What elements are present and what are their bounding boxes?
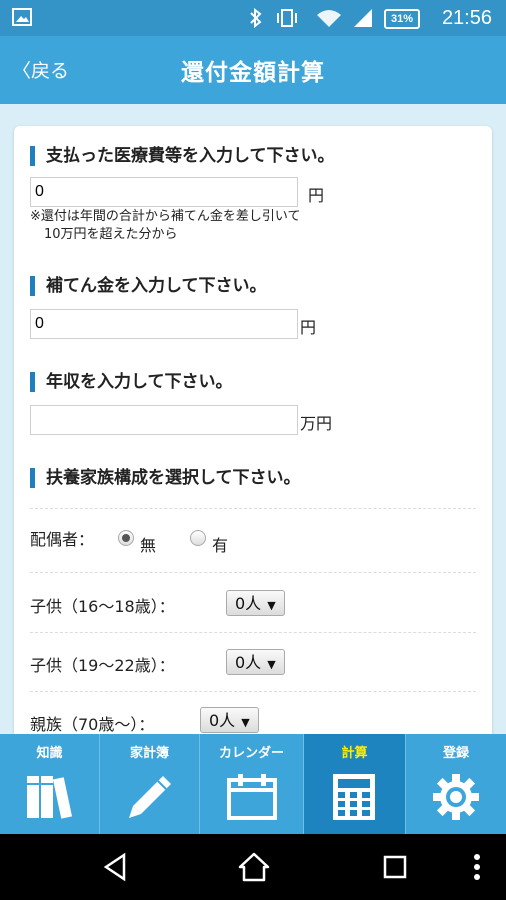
system-nav-bar: [0, 834, 506, 900]
medical-expense-input[interactable]: [30, 177, 298, 207]
battery-indicator: 31%: [384, 9, 420, 29]
bluetooth-icon: [250, 8, 262, 28]
medical-expense-unit: 円: [308, 186, 325, 205]
tab-calendar-label: カレンダー: [218, 746, 284, 761]
tab-knowledge[interactable]: 知識: [0, 734, 100, 834]
pencil-icon: [129, 776, 171, 818]
note-line-1: ※還付は年間の合計から補てん金を差し引いて: [30, 209, 301, 224]
spouse-label: 配偶者：: [30, 530, 95, 549]
relative-70-select[interactable]: 0人 ▼: [200, 707, 259, 733]
calculation-form: 支払った医療費等を入力して下さい。 円 ※還付は年間の合計から補てん金を差し引い…: [14, 126, 492, 766]
dropdown-arrow-icon: ▼: [267, 599, 276, 612]
tab-household-budget-label: 家計簿: [129, 746, 169, 761]
signal-icon: [354, 9, 372, 27]
income-unit: 万円: [300, 414, 333, 433]
gear-icon: [433, 774, 479, 820]
child-19-22-select[interactable]: 0人 ▼: [226, 649, 285, 675]
spouse-yes-radio[interactable]: [190, 530, 206, 546]
books-icon: [27, 776, 73, 819]
divider: [30, 508, 476, 509]
home-nav-icon[interactable]: [238, 852, 270, 882]
child-19-22-value: 0人: [235, 653, 262, 672]
child-16-18-label: 子供（16〜18歳）：: [30, 597, 175, 616]
dropdown-arrow-icon: ▼: [241, 716, 250, 729]
tab-calculation[interactable]: 計算: [304, 734, 406, 834]
family-heading: 扶養家族構成を選択して下さい。: [30, 468, 301, 488]
calendar-icon: [227, 774, 277, 820]
image-notification-icon: [12, 8, 32, 26]
child-16-18-select[interactable]: 0人 ▼: [226, 590, 285, 616]
divider: [30, 632, 476, 633]
spouse-none-radio[interactable]: [118, 530, 134, 546]
tab-settings[interactable]: 登録: [406, 734, 506, 834]
page-title: 還付金額計算: [181, 60, 325, 86]
recent-apps-nav-icon[interactable]: [382, 852, 408, 882]
medical-expense-note: ※還付は年間の合計から補てん金を差し引いて 10万円を超えた分から: [30, 208, 301, 244]
relative-70-label: 親族（70歳〜）：: [30, 715, 155, 734]
note-line-2: 10万円を超えた分から: [44, 227, 178, 242]
divider: [30, 691, 476, 692]
compensation-input[interactable]: [30, 309, 298, 339]
compensation-heading: 補てん金を入力して下さい。: [30, 276, 267, 296]
vibrate-icon: [277, 9, 297, 27]
calculator-icon: [333, 774, 375, 820]
divider: [30, 572, 476, 573]
tab-calculation-label: 計算: [341, 746, 368, 761]
compensation-unit: 円: [300, 318, 317, 337]
more-options-icon[interactable]: [472, 852, 482, 882]
back-nav-icon[interactable]: [100, 852, 130, 882]
tab-calendar[interactable]: カレンダー: [200, 734, 304, 834]
tab-household-budget[interactable]: 家計簿: [100, 734, 200, 834]
relative-70-value: 0人: [209, 711, 236, 730]
income-input[interactable]: [30, 405, 298, 435]
child-16-18-value: 0人: [235, 594, 262, 613]
status-bar: 31% 21:56: [0, 0, 506, 36]
wifi-icon: [317, 10, 341, 27]
medical-expense-heading: 支払った医療費等を入力して下さい。: [30, 146, 335, 166]
app-header: 〈戻る 還付金額計算: [0, 36, 506, 104]
clock: 21:56: [441, 7, 492, 29]
tab-settings-label: 登録: [442, 746, 469, 761]
dropdown-arrow-icon: ▼: [267, 658, 276, 671]
tab-knowledge-label: 知識: [36, 746, 63, 761]
spouse-none-label: 無: [140, 536, 157, 555]
income-heading: 年収を入力して下さい。: [30, 372, 233, 392]
spouse-yes-label: 有: [212, 536, 229, 555]
child-19-22-label: 子供（19〜22歳）：: [30, 656, 175, 675]
bottom-tab-bar: 知識 家計簿 カレンダー 計算 登録: [0, 734, 506, 834]
